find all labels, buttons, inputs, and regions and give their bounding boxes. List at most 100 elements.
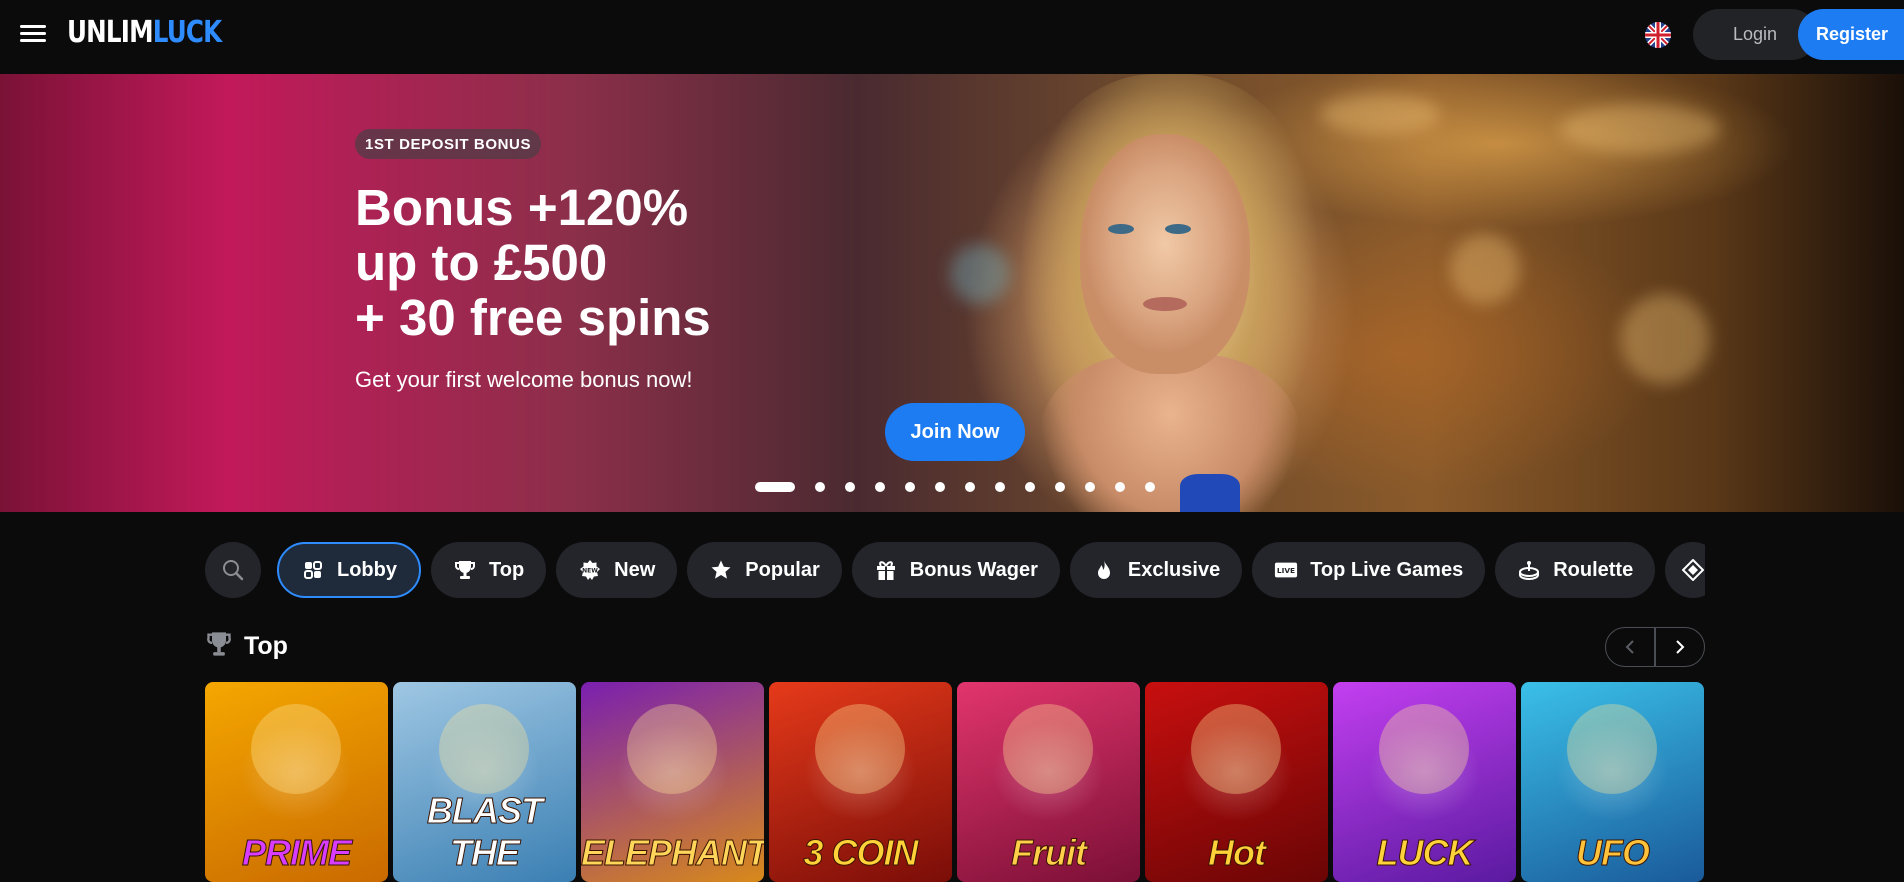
- carousel-dot[interactable]: [905, 482, 915, 492]
- category-top-live-games[interactable]: LIVE Top Live Games: [1252, 542, 1486, 598]
- search-icon: [223, 560, 244, 581]
- games-row: PRIME BLAST THE ELEPHANT'S 3 COIN Fruit Hot LU…: [205, 682, 1705, 882]
- hero-model-dress: [1180, 474, 1240, 512]
- prev-arrow-button[interactable]: [1605, 627, 1655, 667]
- game-title: Fruit: [1011, 832, 1088, 874]
- hero-model-lips: [1143, 297, 1187, 311]
- logo-part-2: LUCK: [152, 15, 222, 50]
- carousel-pagination: [755, 482, 1175, 492]
- join-now-button[interactable]: Join Now: [885, 403, 1025, 461]
- carousel-dot[interactable]: [815, 482, 825, 492]
- game-tile[interactable]: LUCK: [1333, 682, 1516, 882]
- section-title: Top: [244, 632, 288, 660]
- category-bar: Lobby Top NEW New Popular Bonus Wager Ex…: [205, 542, 1705, 598]
- background-light: [1620, 294, 1710, 384]
- roulette-icon: [1517, 558, 1541, 582]
- carousel-dot[interactable]: [875, 482, 885, 492]
- section-header-top: Top: [206, 630, 288, 663]
- background-light: [950, 244, 1010, 304]
- game-artwork: [815, 704, 905, 794]
- game-artwork: [439, 704, 529, 794]
- game-title: Hot: [1208, 832, 1267, 874]
- category-new[interactable]: NEW New: [556, 542, 678, 598]
- game-tile[interactable]: ELEPHANT'S: [581, 682, 764, 882]
- svg-text:LIVE: LIVE: [1277, 566, 1295, 575]
- game-tile[interactable]: UFO: [1521, 682, 1704, 882]
- carousel-arrows: [1605, 627, 1705, 667]
- carousel-dot[interactable]: [1085, 482, 1095, 492]
- site-logo[interactable]: UNLIMLUCK: [67, 15, 222, 50]
- category-bonus-wager[interactable]: Bonus Wager: [851, 542, 1060, 598]
- uk-flag-icon[interactable]: [1645, 22, 1671, 48]
- category-popular[interactable]: Popular: [687, 542, 842, 598]
- game-title: LUCK: [1376, 832, 1474, 874]
- hero-title: Bonus +120% up to £500 + 30 free spins: [355, 180, 855, 345]
- logo-part-1: UNLIM: [67, 15, 154, 50]
- carousel-dot[interactable]: [1145, 482, 1155, 492]
- background-light: [1450, 234, 1520, 304]
- carousel-dot[interactable]: [965, 482, 975, 492]
- category-label: Top Live Games: [1310, 558, 1464, 581]
- carousel-dot[interactable]: [755, 482, 795, 492]
- game-tile[interactable]: BLAST THE: [393, 682, 576, 882]
- hero-title-line: Bonus +120%: [355, 179, 689, 236]
- carousel-dot[interactable]: [935, 482, 945, 492]
- game-tile[interactable]: Hot: [1145, 682, 1328, 882]
- game-title: UFO: [1576, 832, 1651, 874]
- game-artwork: [251, 704, 341, 794]
- trophy-icon: [453, 558, 477, 582]
- category-label: Top: [489, 558, 525, 581]
- game-title: 3 COIN: [803, 832, 919, 874]
- chevron-right-icon: [1676, 640, 1685, 654]
- category-exclusive[interactable]: Exclusive: [1069, 542, 1243, 598]
- next-arrow-button[interactable]: [1655, 627, 1705, 667]
- game-tile[interactable]: PRIME: [205, 682, 388, 882]
- category-label: Exclusive: [1127, 558, 1221, 581]
- hero-title-line: + 30 free spins: [355, 289, 711, 346]
- trophy-icon: [206, 630, 232, 663]
- game-artwork: [1191, 704, 1281, 794]
- carousel-dot[interactable]: [1115, 482, 1125, 492]
- hero-model-eye: [1108, 224, 1134, 234]
- carousel-dot[interactable]: [845, 482, 855, 492]
- carousel-dot[interactable]: [1055, 482, 1065, 492]
- game-title: PRIME: [241, 832, 352, 874]
- new-badge-icon: NEW: [578, 558, 602, 582]
- carousel-dot[interactable]: [1025, 482, 1035, 492]
- category-lobby[interactable]: Lobby: [277, 542, 421, 598]
- category-roulette[interactable]: Roulette: [1495, 542, 1656, 598]
- lobby-icon: [301, 558, 325, 582]
- game-title: ELEPHANT'S: [581, 832, 764, 874]
- game-title: BLAST THE: [427, 790, 544, 874]
- game-artwork: [627, 704, 717, 794]
- category-label: Bonus Wager: [909, 558, 1038, 581]
- diamond-grid-icon: [1681, 558, 1705, 582]
- hero-title-line: up to £500: [355, 234, 608, 291]
- category-top[interactable]: Top: [431, 542, 547, 598]
- top-header: UNLIMLUCK Login Register: [0, 0, 1904, 74]
- category-label: Roulette: [1553, 558, 1634, 581]
- hamburger-menu-icon[interactable]: [20, 22, 46, 48]
- carousel-dot[interactable]: [995, 482, 1005, 492]
- background-light: [1560, 104, 1720, 154]
- svg-text:NEW: NEW: [582, 568, 598, 575]
- deposit-bonus-badge: 1ST DEPOSIT BONUS: [355, 129, 542, 159]
- hero-model-eye: [1165, 224, 1191, 234]
- category-label: Popular: [745, 558, 820, 581]
- category-more[interactable]: [1665, 542, 1705, 598]
- game-artwork: [1003, 704, 1093, 794]
- game-tile[interactable]: 3 COIN: [769, 682, 952, 882]
- hero-subtitle: Get your first welcome bonus now!: [355, 367, 693, 392]
- live-icon: LIVE: [1274, 558, 1298, 582]
- game-tile[interactable]: Fruit: [957, 682, 1140, 882]
- game-artwork: [1379, 704, 1469, 794]
- chevron-left-icon: [1625, 640, 1634, 654]
- category-label: Lobby: [337, 558, 397, 581]
- game-artwork: [1567, 704, 1657, 794]
- star-icon: [709, 558, 733, 582]
- hero-model-face: [1080, 134, 1250, 374]
- category-label: New: [614, 558, 656, 581]
- search-button[interactable]: [205, 542, 261, 598]
- register-button[interactable]: Register: [1798, 9, 1904, 60]
- flame-icon: [1092, 558, 1116, 582]
